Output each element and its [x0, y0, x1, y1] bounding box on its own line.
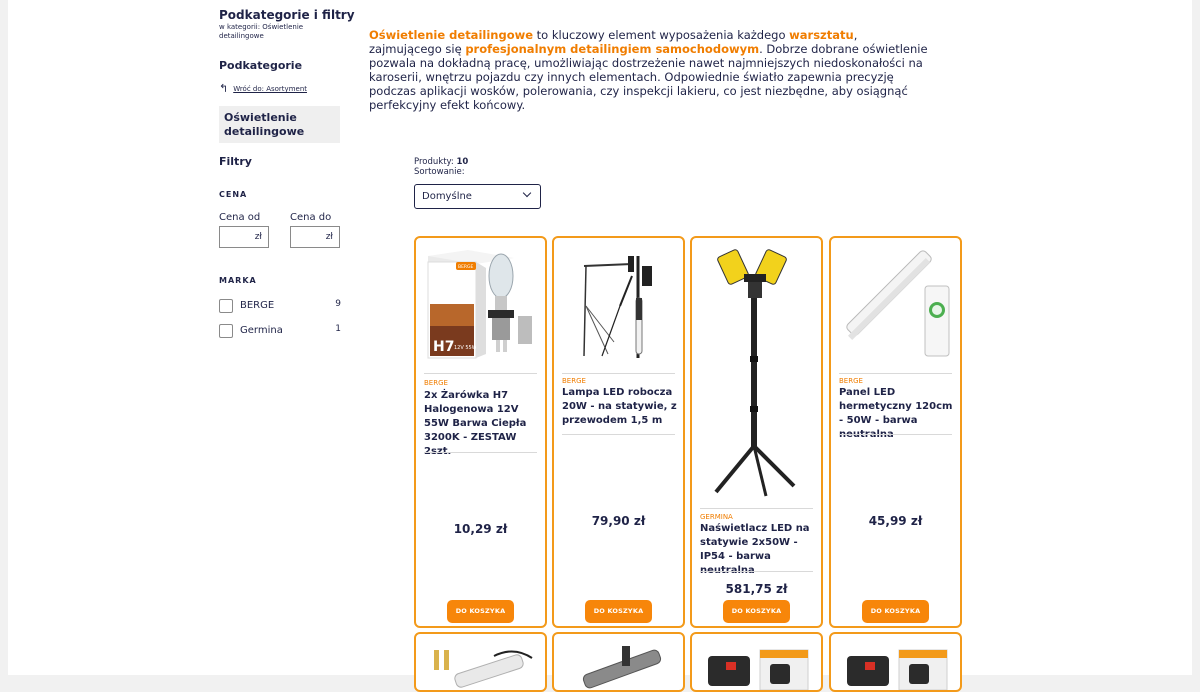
- product-card[interactable]: [690, 632, 823, 692]
- chevron-down-icon: [522, 188, 532, 198]
- product-card[interactable]: H7 12V 55W BERGE BERGE 2x Żarówka H7 Hal…: [414, 236, 547, 628]
- description-text: to kluczowy element wyposażenia każdego: [533, 28, 790, 42]
- product-image-bulb[interactable]: H7 12V 55W BERGE: [424, 246, 537, 360]
- product-card[interactable]: GERMINA Naświetlacz LED na statywie 2x50…: [690, 236, 823, 628]
- product-count-value: 10: [456, 157, 469, 167]
- box-brand: BERGE: [458, 264, 474, 270]
- brand-filter-berge[interactable]: BERGE 9: [219, 299, 341, 315]
- divider: [700, 508, 813, 509]
- divider: [700, 571, 813, 572]
- divider: [424, 452, 537, 453]
- product-image[interactable]: [562, 642, 675, 690]
- sidebar-title: Podkategorie i filtry: [219, 8, 355, 22]
- product-brand: BERGE: [839, 377, 863, 385]
- price-to-label: Cena do: [290, 212, 332, 223]
- product-card[interactable]: [414, 632, 547, 692]
- back-arrow-icon: ↰: [219, 82, 229, 95]
- keyword-link[interactable]: profesjonalnym detailingiem samochodowym: [465, 42, 759, 56]
- product-name[interactable]: 2x Żarówka H7 Halogenowa 12V 55W Barwa C…: [424, 389, 540, 459]
- product-count: Produkty: 10: [414, 158, 468, 167]
- divider: [839, 373, 952, 374]
- divider: [562, 373, 675, 374]
- brand-name: Germina: [240, 325, 283, 336]
- product-count-label: Produkty:: [414, 157, 454, 167]
- product-image-led-panel[interactable]: [839, 246, 952, 360]
- sort-label: Sortowanie:: [414, 167, 465, 177]
- currency-label: zł: [254, 232, 262, 242]
- back-link[interactable]: ↰ Wróć do: Asortyment: [219, 82, 308, 95]
- keyword-link[interactable]: Oświetlenie detailingowe: [369, 28, 533, 42]
- product-price: 45,99 zł: [868, 514, 923, 528]
- back-link-label: Wróć do: Asortyment: [233, 85, 308, 93]
- checkbox[interactable]: [219, 324, 233, 338]
- box-label: H7: [433, 339, 454, 355]
- filters-heading: Filtry: [219, 155, 252, 168]
- divider: [839, 434, 952, 435]
- page: Podkategorie i filtry w kategorii: Oświe…: [8, 0, 1192, 692]
- divider: [424, 373, 537, 374]
- add-to-cart-button[interactable]: DO KOSZYKA: [447, 600, 514, 623]
- subcategories-heading: Podkategorie: [219, 59, 303, 72]
- sidebar-subtitle: w kategorii: Oświetlenie detailingowe: [219, 23, 304, 40]
- price-from-input[interactable]: zł: [219, 226, 269, 248]
- product-card[interactable]: BERGE Lampa LED robocza 20W - na statywi…: [552, 236, 685, 628]
- add-to-cart-button[interactable]: DO KOSZYKA: [862, 600, 929, 623]
- product-card[interactable]: [552, 632, 685, 692]
- product-name[interactable]: Naświetlacz LED na statywie 2x50W - IP54…: [700, 522, 816, 578]
- product-image-floodlight[interactable]: [700, 246, 813, 498]
- divider: [562, 434, 675, 435]
- product-name[interactable]: Lampa LED robocza 20W - na statywie, z p…: [562, 386, 678, 428]
- checkbox[interactable]: [219, 299, 233, 313]
- product-image-work-lamp[interactable]: [562, 246, 675, 360]
- box-spec: 12V 55W: [454, 345, 477, 351]
- subcategory-item-active[interactable]: Oświetlenie detailingowe: [219, 106, 340, 143]
- product-card[interactable]: [829, 632, 962, 692]
- product-brand: GERMINA: [700, 513, 733, 521]
- brand-filter-germina[interactable]: Germina 1: [219, 324, 341, 340]
- price-from-label: Cena od: [219, 212, 261, 223]
- add-to-cart-button[interactable]: DO KOSZYKA: [723, 600, 790, 623]
- brand-name: BERGE: [240, 300, 275, 311]
- add-to-cart-button[interactable]: DO KOSZYKA: [585, 600, 652, 623]
- product-price: 581,75 zł: [725, 582, 788, 596]
- price-filter-heading: CENA: [219, 190, 248, 199]
- brand-count: 9: [335, 299, 341, 309]
- currency-label: zł: [325, 232, 333, 242]
- sort-select[interactable]: Domyślne: [414, 184, 541, 209]
- keyword-link[interactable]: warsztatu: [789, 28, 854, 42]
- product-price: 79,90 zł: [591, 514, 646, 528]
- product-price: 10,29 zł: [453, 522, 508, 536]
- category-description: Oświetlenie detailingowe to kluczowy ele…: [369, 28, 929, 112]
- product-image[interactable]: [700, 642, 813, 690]
- product-brand: BERGE: [424, 379, 448, 387]
- brand-filter-heading: MARKA: [219, 276, 257, 285]
- product-image[interactable]: [839, 642, 952, 690]
- sort-selected-value: Domyślne: [422, 191, 472, 202]
- product-brand: BERGE: [562, 377, 586, 385]
- subcategory-item-label: Oświetlenie detailingowe: [224, 111, 305, 138]
- price-to-input[interactable]: zł: [290, 226, 340, 248]
- product-image[interactable]: [424, 642, 537, 690]
- brand-count: 1: [335, 324, 341, 334]
- product-card[interactable]: BERGE Panel LED hermetyczny 120cm - 50W …: [829, 236, 962, 628]
